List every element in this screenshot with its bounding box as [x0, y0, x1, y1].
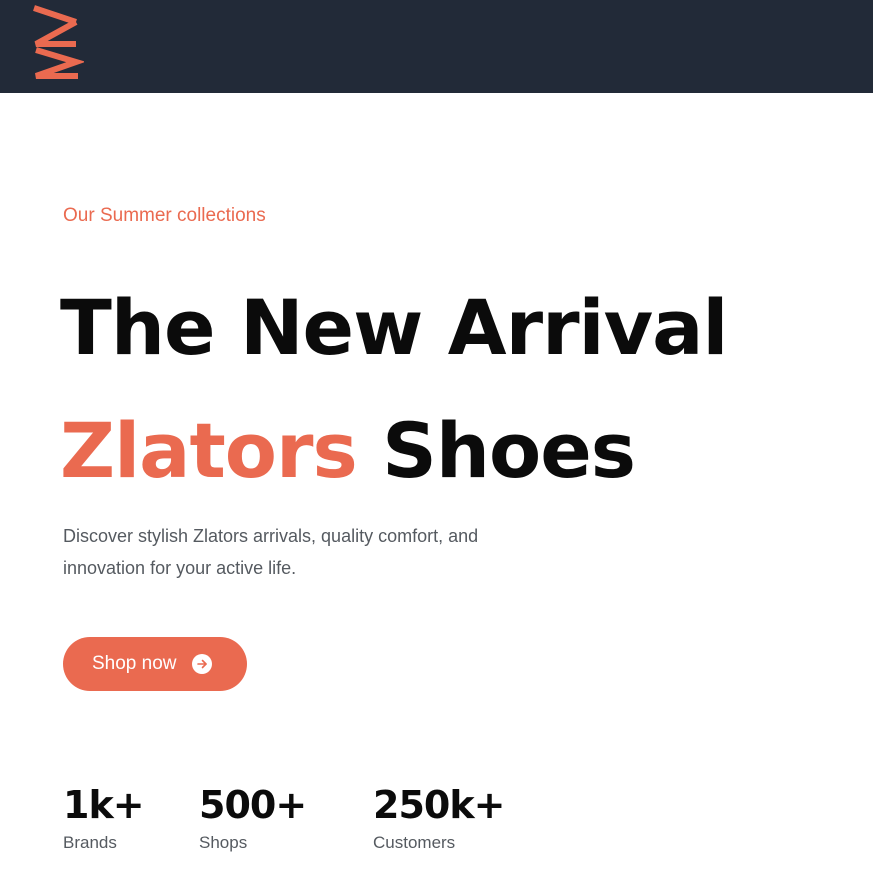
stat-value: 500+ [199, 783, 307, 827]
stat-brands: 1k+ Brands [63, 783, 199, 853]
brand-name-accent: Zlators [60, 406, 358, 495]
stat-label: Shops [199, 833, 248, 852]
hero-eyebrow: Our Summer collections [63, 205, 266, 226]
top-header [0, 0, 873, 93]
hero-headline-line1: The New Arrival [60, 283, 728, 372]
zigzag-logo-icon[interactable] [28, 4, 84, 80]
stat-customers: 250k+ Customers [373, 783, 573, 853]
hero-description: Discover stylish Zlators arrivals, quali… [63, 526, 479, 578]
stat-shops: 500+ Shops [199, 783, 373, 853]
headline-shoes: Shoes [356, 406, 636, 495]
stat-label: Customers [373, 833, 456, 852]
arrow-right-circle-icon [191, 654, 212, 674]
stat-label: Brands [63, 833, 117, 852]
shop-now-label: Shop now [92, 653, 177, 674]
shop-now-button[interactable]: Shop now [63, 637, 247, 691]
stats-row: 1k+ Brands 500+ Shops 250k+ Customers [63, 783, 573, 853]
stat-value: 1k+ [63, 783, 145, 827]
stat-value: 250k+ [373, 783, 505, 827]
hero-headline-line2: Zlators Shoes [60, 413, 636, 489]
